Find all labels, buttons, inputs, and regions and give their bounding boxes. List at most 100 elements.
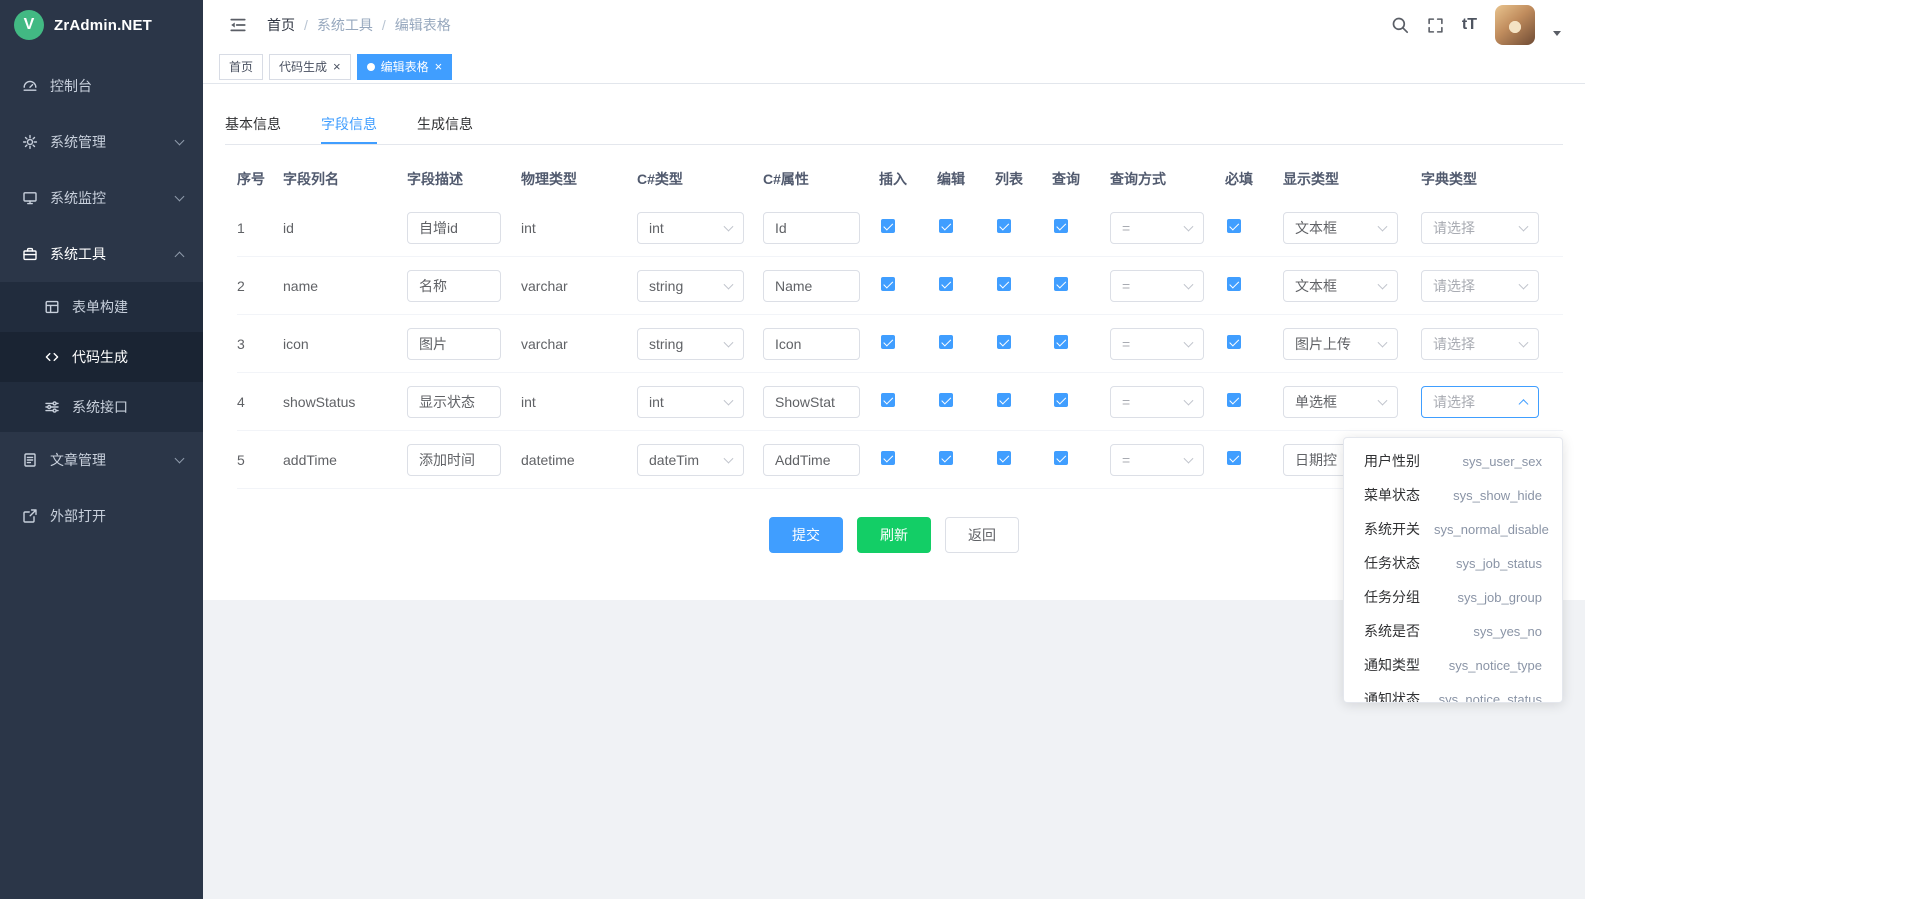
query-mode-select[interactable]: = <box>1110 386 1204 418</box>
edit-checkbox[interactable] <box>939 451 953 465</box>
edit-checkbox[interactable] <box>939 277 953 291</box>
close-icon[interactable]: × <box>435 60 443 73</box>
chevron-down-icon[interactable] <box>1553 31 1561 36</box>
required-checkbox[interactable] <box>1227 277 1241 291</box>
dropdown-option[interactable]: 用户性别 sys_user_sex <box>1344 444 1562 478</box>
description-input[interactable] <box>407 270 501 302</box>
sidebar-subitem[interactable]: 代码生成 <box>0 332 203 382</box>
list-checkbox[interactable] <box>997 393 1011 407</box>
tab-generate-info[interactable]: 生成信息 <box>417 104 473 144</box>
list-checkbox[interactable] <box>997 451 1011 465</box>
required-checkbox[interactable] <box>1227 335 1241 349</box>
query-mode-select[interactable]: = <box>1110 212 1204 244</box>
sidebar-subitem[interactable]: 系统接口 <box>0 382 203 432</box>
sidebar-subitem[interactable]: 表单构建 <box>0 282 203 332</box>
edit-checkbox[interactable] <box>939 335 953 349</box>
description-input[interactable] <box>407 386 501 418</box>
monitor-icon <box>22 190 38 206</box>
query-mode-select[interactable]: = <box>1110 444 1204 476</box>
display-type-select[interactable]: 文本框 <box>1283 270 1398 302</box>
display-type-select[interactable]: 文本框 <box>1283 212 1398 244</box>
edit-checkbox[interactable] <box>939 219 953 233</box>
dropdown-option[interactable]: 通知类型 sys_notice_type <box>1344 648 1562 682</box>
query-checkbox[interactable] <box>1054 451 1068 465</box>
tab-basic-info[interactable]: 基本信息 <box>225 104 281 144</box>
description-input[interactable] <box>407 212 501 244</box>
chevron-down-icon <box>1184 395 1194 405</box>
dropdown-option[interactable]: 菜单状态 sys_show_hide <box>1344 478 1562 512</box>
sidebar-item[interactable]: 系统管理 <box>0 114 203 170</box>
query-checkbox[interactable] <box>1054 219 1068 233</box>
tag-code-generation[interactable]: 代码生成 × <box>269 54 351 80</box>
cell-physical-type: int <box>521 220 637 236</box>
csharp-type-select[interactable]: int <box>637 212 744 244</box>
cell-insert <box>879 451 937 468</box>
query-checkbox[interactable] <box>1054 335 1068 349</box>
refresh-button[interactable]: 刷新 <box>857 517 931 553</box>
submit-button[interactable]: 提交 <box>769 517 843 553</box>
dict-type-select[interactable]: 请选择 <box>1421 270 1539 302</box>
font-size-icon[interactable]: tT <box>1462 16 1477 34</box>
query-mode-select[interactable]: = <box>1110 328 1204 360</box>
cell-seq: 4 <box>237 394 283 410</box>
insert-checkbox[interactable] <box>881 335 895 349</box>
cell-query-mode: = <box>1110 270 1225 302</box>
cell-csharp-property <box>763 212 879 244</box>
cell-query <box>1052 451 1110 468</box>
user-avatar[interactable] <box>1495 5 1535 45</box>
cell-csharp-type: string <box>637 270 763 302</box>
dropdown-option[interactable]: 任务分组 sys_job_group <box>1344 580 1562 614</box>
csharp-property-input[interactable] <box>763 328 860 360</box>
external-link-icon <box>22 508 38 524</box>
tag-edit-table[interactable]: 编辑表格 × <box>357 54 453 80</box>
fullscreen-icon[interactable] <box>1427 17 1444 34</box>
sidebar-item[interactable]: 系统工具 <box>0 226 203 282</box>
query-mode-select[interactable]: = <box>1110 270 1204 302</box>
back-button[interactable]: 返回 <box>945 517 1019 553</box>
dict-type-select[interactable]: 请选择 <box>1421 212 1539 244</box>
list-checkbox[interactable] <box>997 219 1011 233</box>
description-input[interactable] <box>407 328 501 360</box>
sidebar-item[interactable]: 系统监控 <box>0 170 203 226</box>
tag-home[interactable]: 首页 <box>219 54 263 80</box>
app-logo[interactable]: V ZrAdmin.NET <box>0 0 203 50</box>
required-checkbox[interactable] <box>1227 219 1241 233</box>
csharp-type-select[interactable]: int <box>637 386 744 418</box>
display-type-select[interactable]: 图片上传 <box>1283 328 1398 360</box>
csharp-type-select[interactable]: string <box>637 270 744 302</box>
csharp-type-select[interactable]: string <box>637 328 744 360</box>
sidebar-item[interactable]: 文章管理 <box>0 432 203 488</box>
sidebar-item[interactable]: 控制台 <box>0 58 203 114</box>
insert-checkbox[interactable] <box>881 451 895 465</box>
list-checkbox[interactable] <box>997 277 1011 291</box>
display-type-select[interactable]: 单选框 <box>1283 386 1398 418</box>
csharp-property-input[interactable] <box>763 212 860 244</box>
insert-checkbox[interactable] <box>881 219 895 233</box>
insert-checkbox[interactable] <box>881 277 895 291</box>
dropdown-option[interactable]: 任务状态 sys_job_status <box>1344 546 1562 580</box>
csharp-property-input[interactable] <box>763 270 860 302</box>
dict-type-select[interactable]: 请选择 <box>1421 328 1539 360</box>
dropdown-option[interactable]: 通知状态 sys_notice_status <box>1344 682 1562 703</box>
breadcrumb-item-home[interactable]: 首页 <box>267 15 295 35</box>
required-checkbox[interactable] <box>1227 451 1241 465</box>
query-checkbox[interactable] <box>1054 277 1068 291</box>
dropdown-option[interactable]: 系统开关 sys_normal_disable <box>1344 512 1562 546</box>
close-icon[interactable]: × <box>333 60 341 73</box>
csharp-type-select[interactable]: dateTim <box>637 444 744 476</box>
option-value: sys_normal_disable <box>1434 522 1549 537</box>
required-checkbox[interactable] <box>1227 393 1241 407</box>
query-checkbox[interactable] <box>1054 393 1068 407</box>
insert-checkbox[interactable] <box>881 393 895 407</box>
edit-checkbox[interactable] <box>939 393 953 407</box>
dict-type-select[interactable]: 请选择 <box>1421 386 1539 418</box>
sidebar-item[interactable]: 外部打开 <box>0 488 203 544</box>
sidebar-toggle-icon[interactable] <box>229 16 247 34</box>
csharp-property-input[interactable] <box>763 386 860 418</box>
search-icon[interactable] <box>1391 16 1409 34</box>
list-checkbox[interactable] <box>997 335 1011 349</box>
tab-field-info[interactable]: 字段信息 <box>321 104 377 144</box>
dropdown-option[interactable]: 系统是否 sys_yes_no <box>1344 614 1562 648</box>
description-input[interactable] <box>407 444 501 476</box>
csharp-property-input[interactable] <box>763 444 860 476</box>
